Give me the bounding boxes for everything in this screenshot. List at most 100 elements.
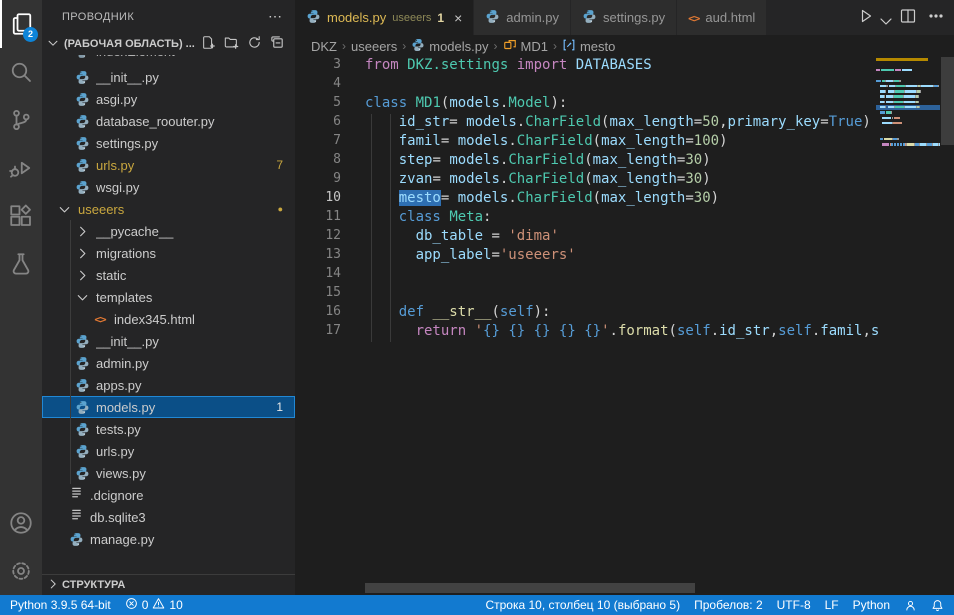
breadcrumb-item-models-py[interactable]: models.py <box>411 38 488 55</box>
activity-settings-gear-icon[interactable] <box>0 547 42 595</box>
minimap-block <box>894 95 903 97</box>
run-button[interactable] <box>858 8 874 27</box>
tab-bar: models.pyuseeers1×admin.pysettings.py<>a… <box>295 0 954 35</box>
tree-item-inner: asgi.py <box>42 88 295 110</box>
eol-item[interactable]: LF <box>825 598 839 612</box>
tree-item-static[interactable]: static <box>42 264 295 286</box>
problems-item[interactable]: 010 <box>125 597 183 613</box>
explorer-more-icon[interactable]: ⋯ <box>268 8 283 25</box>
vertical-scrollbar[interactable] <box>941 57 954 145</box>
tab-aud-html[interactable]: <>aud.html <box>677 0 767 35</box>
tree-item-index345-html[interactable]: <>index345.html <box>42 308 295 330</box>
activity-explorer-icon[interactable]: 2 <box>0 0 42 48</box>
tree-item-admin-py[interactable]: admin.py <box>42 352 295 374</box>
tree-item-label: manage.py <box>90 532 295 547</box>
more-actions-icon[interactable] <box>928 8 944 27</box>
tree-item-templates[interactable]: templates <box>42 286 295 308</box>
code-line-14[interactable]: 14 <box>295 266 954 285</box>
workspace-section-header[interactable]: (РАБОЧАЯ ОБЛАСТЬ) ... <box>42 33 295 55</box>
tree-item-database-roouter-py[interactable]: database_roouter.py <box>42 110 295 132</box>
activity-account-icon[interactable] <box>0 499 42 547</box>
horizontal-scrollbar[interactable] <box>365 583 695 593</box>
python-interpreter-item[interactable]: Python 3.9.5 64-bit <box>10 598 111 612</box>
language-mode-item[interactable]: Python <box>853 598 890 612</box>
code-line-7[interactable]: 7 famil= models.CharField(max_length=100… <box>295 133 954 152</box>
encoding-item[interactable]: UTF-8 <box>777 598 811 612</box>
code-line-10[interactable]: 10 mesto= models.CharField(max_length=30… <box>295 190 954 209</box>
tree-item-urls-py[interactable]: urls.py7 <box>42 154 295 176</box>
code-line-13[interactable]: 13 app_label='useeers' <box>295 247 954 266</box>
tree-item-db-sqlite3[interactable]: db.sqlite3 <box>42 506 295 528</box>
run-dropdown-icon[interactable] <box>878 13 888 23</box>
close-icon[interactable]: × <box>454 11 462 25</box>
tree-item-tests-py[interactable]: tests.py <box>42 418 295 440</box>
feedback-icon[interactable] <box>904 599 917 612</box>
new-folder-icon[interactable] <box>224 35 239 53</box>
tree-item-views-py[interactable]: views.py <box>42 462 295 484</box>
tree-item-manage-py[interactable]: manage.py <box>42 528 295 550</box>
tree-item-label: views.py <box>96 466 295 481</box>
tree-item-migrations[interactable]: migrations <box>42 242 295 264</box>
breadcrumb-item-DKZ[interactable]: DKZ <box>311 39 337 54</box>
tree-item-asgi-py[interactable]: asgi.py <box>42 88 295 110</box>
code-line-11[interactable]: 11 class Meta: <box>295 209 954 228</box>
code-line-3[interactable]: 3from DKZ.settings import DATABASES <box>295 57 954 76</box>
code-line-17[interactable]: 17 return '{} {} {} {} {}'.format(self.i… <box>295 323 954 342</box>
breadcrumb-separator: › <box>494 39 498 53</box>
tab-settings-py[interactable]: settings.py <box>571 0 677 35</box>
refresh-icon[interactable] <box>247 35 262 53</box>
tree-item-wsgi-py[interactable]: wsgi.py <box>42 176 295 198</box>
tree-item-inner: static <box>42 264 295 286</box>
activity-source-control-icon[interactable] <box>0 96 42 144</box>
breadcrumb-separator: › <box>342 39 346 53</box>
tree-item-clipped[interactable]: indexElement <box>42 55 295 66</box>
tree-item--init-py[interactable]: __init__.py <box>42 330 295 352</box>
tree-item-useeers[interactable]: useeers● <box>42 198 295 220</box>
code-text: famil= models.CharField(max_length=100) <box>365 133 728 152</box>
tab-models-py[interactable]: models.pyuseeers1× <box>295 0 474 35</box>
tree-item-label: admin.py <box>96 356 295 371</box>
tab-admin-py[interactable]: admin.py <box>474 0 571 35</box>
breadcrumb-item-MD1[interactable]: MD1 <box>503 38 548 55</box>
activity-search-icon[interactable] <box>0 48 42 96</box>
breadcrumb-item-mesto[interactable]: mesto <box>562 38 615 55</box>
tree-item--pycache-[interactable]: __pycache__ <box>42 220 295 242</box>
python-icon <box>306 9 321 27</box>
split-editor-icon[interactable] <box>900 8 916 27</box>
breadcrumb-label: mesto <box>580 39 615 54</box>
tree-item-models-py[interactable]: models.py1 <box>42 396 295 418</box>
tree-item-settings-py[interactable]: settings.py <box>42 132 295 154</box>
warning-icon <box>152 597 165 613</box>
code-editor[interactable]: 3from DKZ.settings import DATABASES45cla… <box>295 57 954 595</box>
tree-item--init-py[interactable]: __init__.py <box>42 66 295 88</box>
activity-testing-icon[interactable] <box>0 240 42 288</box>
code-text: db_table = 'dima' <box>365 228 559 247</box>
code-line-9[interactable]: 9 zvan= models.CharField(max_length=30) <box>295 171 954 190</box>
tree-item-urls-py[interactable]: urls.py <box>42 440 295 462</box>
html-icon: <> <box>688 10 699 25</box>
class-icon <box>503 38 517 55</box>
tree-item-apps-py[interactable]: apps.py <box>42 374 295 396</box>
activity-run-debug-icon[interactable] <box>0 144 42 192</box>
python-icon <box>74 333 90 349</box>
code-line-16[interactable]: 16 def __str__(self): <box>295 304 954 323</box>
minimap[interactable] <box>876 57 940 595</box>
cursor-position-item[interactable]: Строка 10, столбец 10 (выбрано 5) <box>485 598 680 612</box>
tree-item-inner: urls.py7 <box>42 154 295 176</box>
code-line-15[interactable]: 15 <box>295 285 954 304</box>
code-line-6[interactable]: 6 id_str= models.CharField(max_length=50… <box>295 114 954 133</box>
tree-item-label: .dcignore <box>90 488 295 503</box>
breadcrumb-item-useeers[interactable]: useeers <box>351 39 397 54</box>
indentation-item[interactable]: Пробелов: 2 <box>694 598 763 612</box>
activity-extensions-icon[interactable] <box>0 192 42 240</box>
collapse-all-icon[interactable] <box>270 35 285 53</box>
tab-dir-hint: useeers <box>392 12 431 24</box>
outline-section-header[interactable]: СТРУКТУРА <box>42 574 295 595</box>
code-line-4[interactable]: 4 <box>295 76 954 95</box>
code-line-5[interactable]: 5class MD1(models.Model): <box>295 95 954 114</box>
code-line-12[interactable]: 12 db_table = 'dima' <box>295 228 954 247</box>
notifications-bell-icon[interactable] <box>931 599 944 612</box>
code-line-8[interactable]: 8 step= models.CharField(max_length=30) <box>295 152 954 171</box>
new-file-icon[interactable] <box>201 35 216 53</box>
tree-item--dcignore[interactable]: .dcignore <box>42 484 295 506</box>
